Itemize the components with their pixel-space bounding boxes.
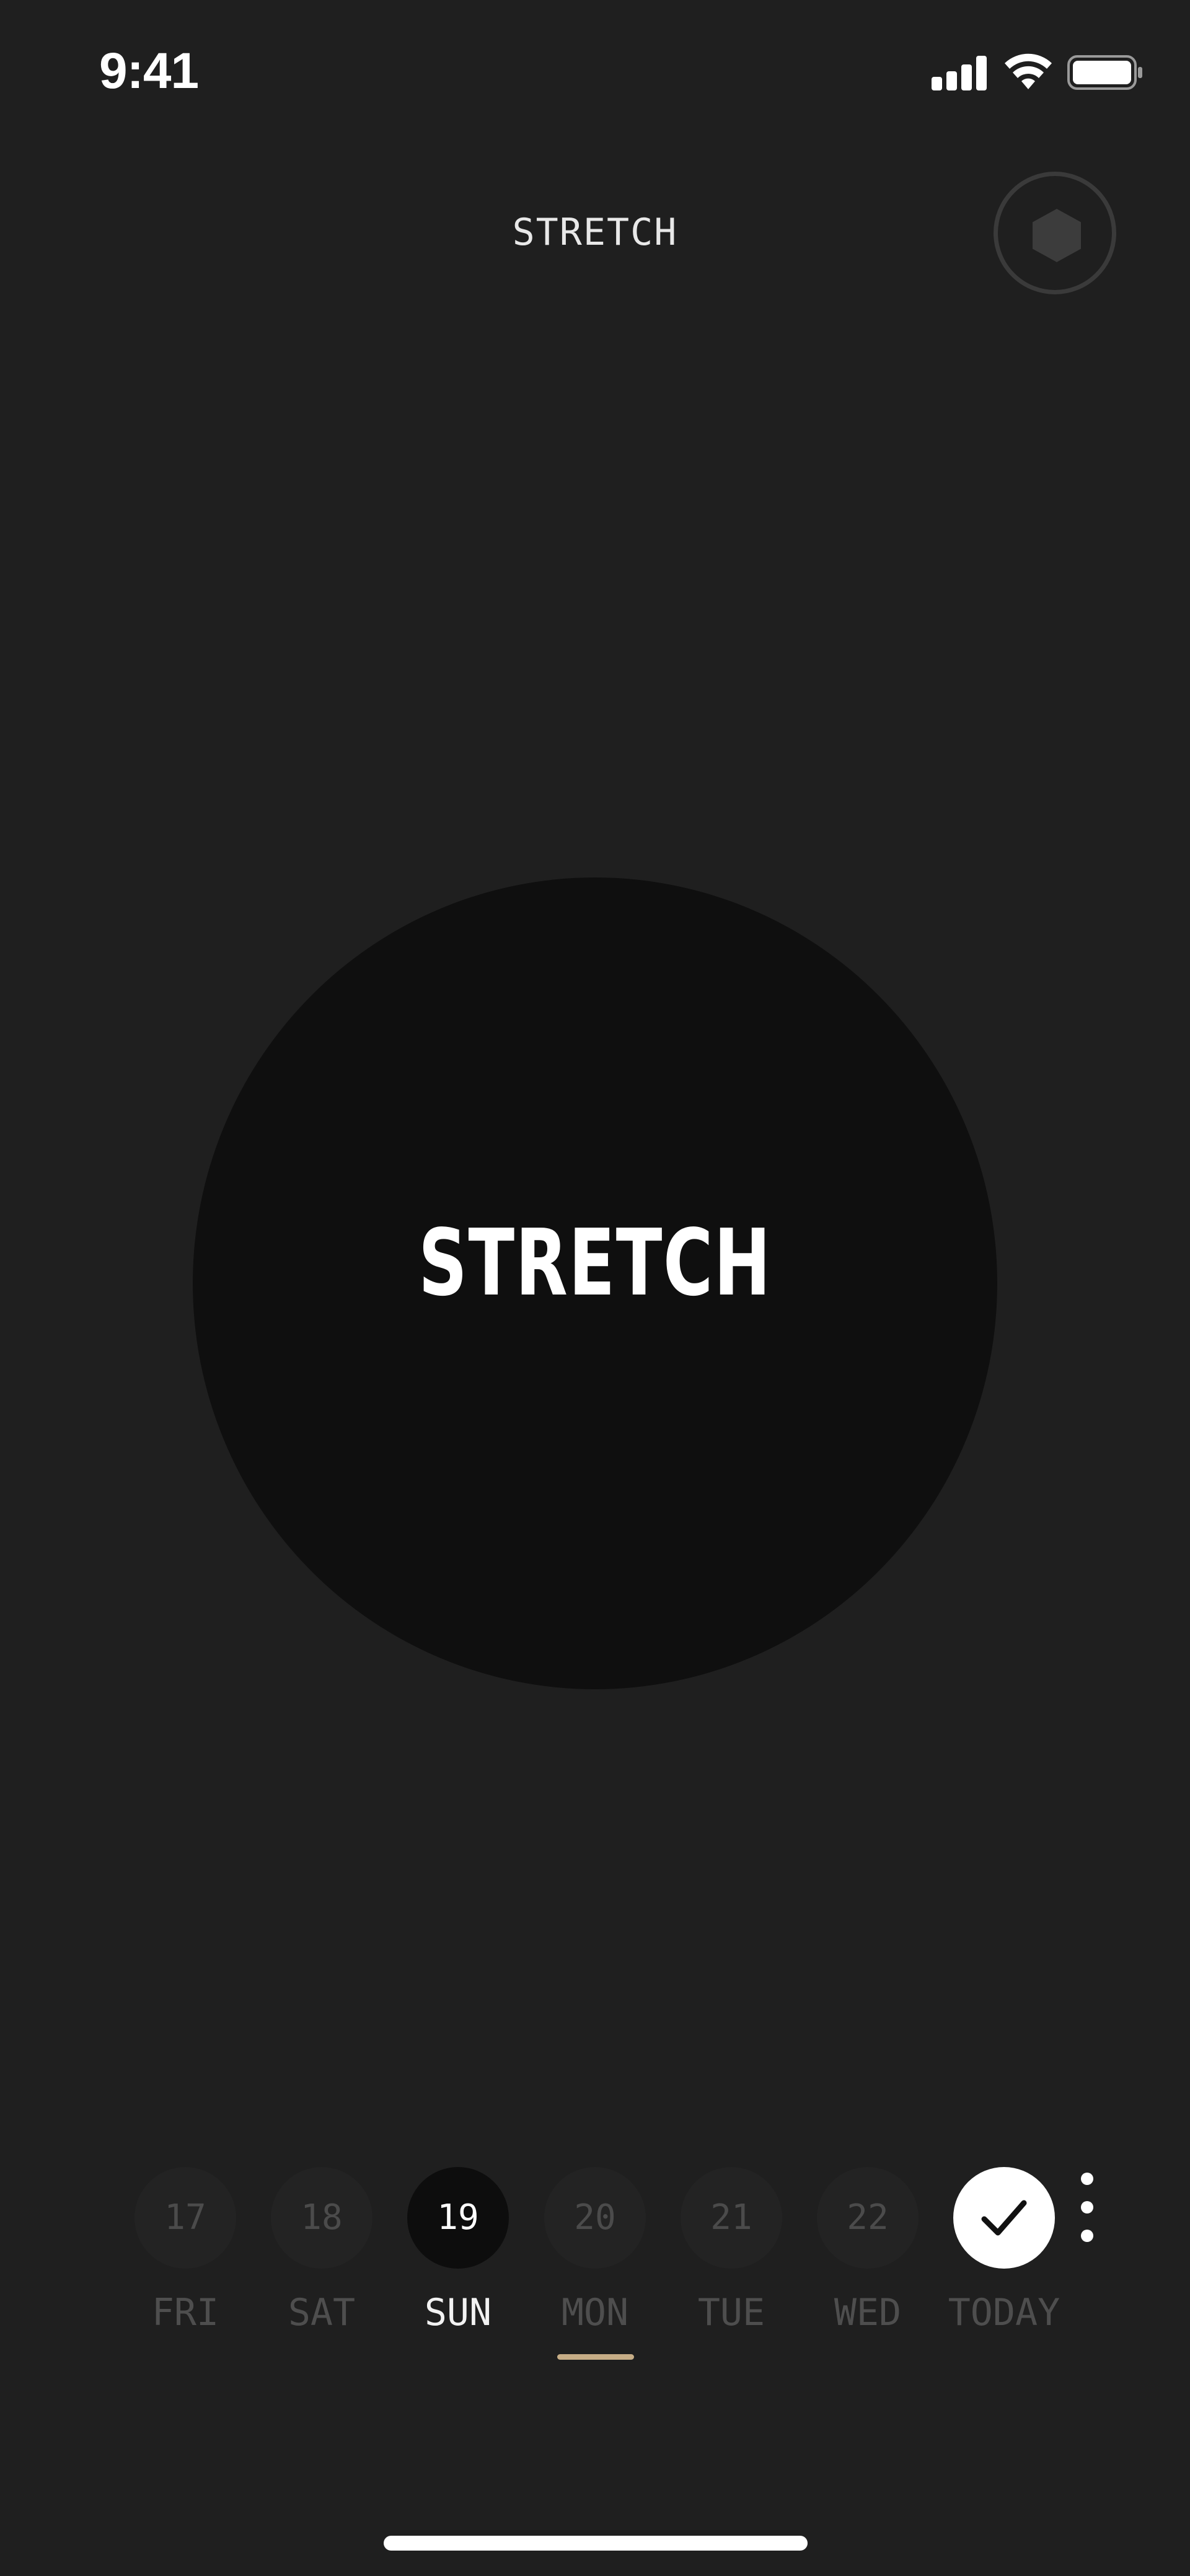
day-label: TUE	[697, 2291, 765, 2334]
checkmark-icon	[981, 2200, 1027, 2236]
hexagon-button[interactable]	[994, 172, 1116, 294]
day-number: 20	[574, 2197, 616, 2238]
day-label: SUN	[424, 2291, 492, 2334]
status-time: 9:41	[99, 43, 199, 99]
more-vertical-icon[interactable]	[1075, 2173, 1098, 2253]
battery-icon	[1067, 55, 1142, 90]
stretch-screen: 9:41 STRETCH STRETCH 17 FRI 18 SAT 19 SU…	[0, 0, 1190, 2576]
cellular-signal-icon	[932, 55, 987, 90]
hexagon-icon	[1033, 209, 1081, 262]
day-fri[interactable]: 17 FRI	[134, 2167, 236, 2341]
day-sun[interactable]: 19 SUN	[407, 2167, 509, 2341]
day-mon[interactable]: 20 MON	[544, 2167, 646, 2341]
day-number: 19	[437, 2197, 479, 2238]
day-label: SAT	[288, 2291, 356, 2334]
home-indicator[interactable]	[384, 2536, 808, 2551]
day-today[interactable]: TODAY	[948, 2167, 1060, 2341]
day-label: MON	[561, 2291, 629, 2334]
stretch-button-label: STRETCH	[418, 1210, 772, 1316]
day-circle-completed	[953, 2167, 1055, 2269]
day-wed[interactable]: 22 WED	[817, 2167, 919, 2341]
day-number: 18	[301, 2197, 343, 2238]
stretch-start-button[interactable]: STRETCH	[193, 877, 997, 1689]
wifi-icon	[1005, 53, 1052, 89]
day-label: WED	[834, 2291, 902, 2334]
day-number: 21	[710, 2197, 752, 2238]
day-label: FRI	[151, 2291, 219, 2334]
current-day-indicator	[557, 2354, 634, 2360]
day-tue[interactable]: 21 TUE	[681, 2167, 782, 2341]
day-number: 17	[164, 2197, 206, 2238]
day-sat[interactable]: 18 SAT	[271, 2167, 372, 2341]
day-number: 22	[847, 2197, 889, 2238]
day-label: TODAY	[948, 2291, 1060, 2334]
